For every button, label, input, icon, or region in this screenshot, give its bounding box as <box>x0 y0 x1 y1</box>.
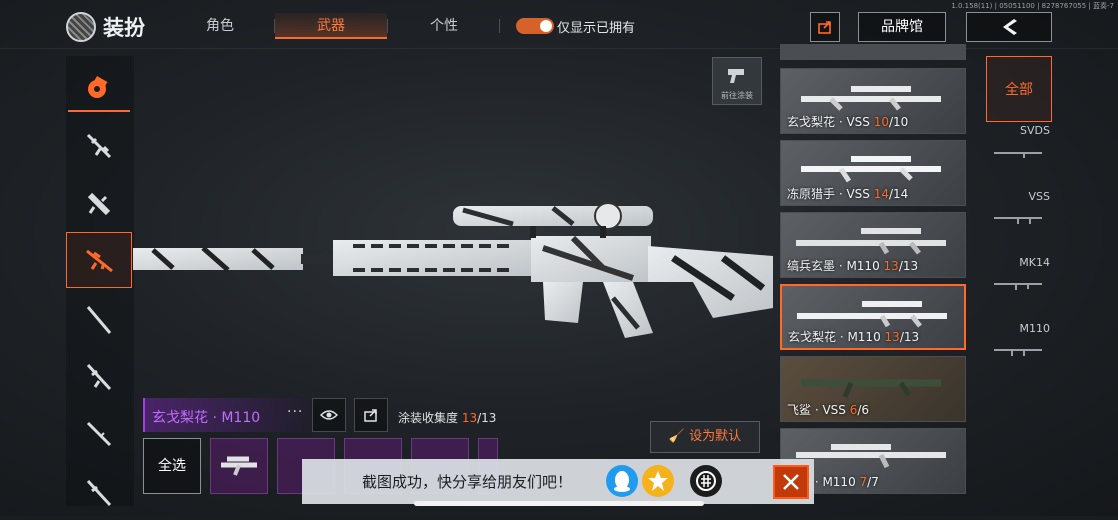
category-shotgun[interactable] <box>66 292 132 348</box>
skin-card-partial[interactable] <box>780 44 966 60</box>
toast-close-button[interactable] <box>773 465 809 499</box>
share-button[interactable] <box>810 12 840 42</box>
skin-card-list: 玄戈梨花 · VSS 10/10 冻原猎手 · VSS 14/14 缟兵玄墨 ·… <box>780 44 966 499</box>
sharecode-icon[interactable] <box>690 465 722 497</box>
skin-thumbnail <box>801 156 941 183</box>
type-filter-label: M110 <box>1019 322 1051 335</box>
category-assault-rifle[interactable] <box>66 348 132 404</box>
type-filter-vss[interactable]: VSS <box>986 190 1052 256</box>
skin-card[interactable]: 玄戈梨花 · VSS 10/10 <box>780 68 966 134</box>
set-default-button[interactable]: 🧹 设为默认 <box>650 421 760 453</box>
spray-gun-icon <box>728 69 744 83</box>
smg-icon <box>87 192 111 216</box>
skin-card-selected[interactable]: 玄戈梨花 · M110 13/13 <box>780 284 966 350</box>
close-icon <box>783 474 799 490</box>
share-icon <box>818 21 831 34</box>
go-to-paint-label: 前往涂装 <box>721 91 753 100</box>
eye-icon <box>320 410 338 420</box>
back-button[interactable] <box>966 12 1052 42</box>
qq-icon[interactable] <box>606 465 638 497</box>
weapon-type-filter: 全部 SVDS VSS MK14 M110 <box>986 56 1052 506</box>
skin-card-label: 玄戈梨花 · VSS 10/10 <box>787 115 909 129</box>
grenade-icon <box>88 76 108 98</box>
mk14-icon <box>994 283 1042 290</box>
assault-rifle-icon <box>86 363 112 391</box>
screenshot-toast: 截图成功，快分享给朋友们吧！ <box>302 459 814 504</box>
skin-thumbnail <box>801 86 941 111</box>
shotgun-icon <box>86 306 112 334</box>
type-filter-svds[interactable]: SVDS <box>986 124 1052 190</box>
owned-only-label: 仅显示已拥有 <box>557 21 636 36</box>
skin-card-label: 缟兵玄墨 · M110 13/13 <box>787 259 919 273</box>
rifle-icon <box>86 133 112 159</box>
sniper-icon <box>86 249 113 273</box>
tab-character[interactable]: 角色 <box>164 13 276 39</box>
category-dmr[interactable] <box>66 406 132 462</box>
preview-eye-button[interactable] <box>312 398 346 432</box>
owned-only-toggle[interactable] <box>516 18 554 34</box>
skin-card-label: 飞鲨 · VSS 6/6 <box>787 403 870 417</box>
type-filter-all[interactable]: 全部 <box>986 56 1052 122</box>
skin-card[interactable]: 飞鲨 · VSS 6/6 <box>780 356 966 422</box>
skin-card-label: 玄戈梨花 · M110 13/13 <box>788 330 920 344</box>
category-grenade[interactable] <box>66 58 132 114</box>
dmr-icon <box>86 421 112 447</box>
home-indicator[interactable] <box>414 501 704 506</box>
gun-part-thumbnail <box>221 456 257 476</box>
tab-divider <box>499 19 500 33</box>
collection-progress: 涂装收集度 13/13 <box>398 411 497 425</box>
broom-icon: 🧹 <box>668 429 686 444</box>
type-filter-m110[interactable]: M110 <box>986 322 1052 388</box>
tab-personality[interactable]: 个性 <box>388 13 500 39</box>
share-skin-button[interactable] <box>354 398 388 432</box>
skin-part-slot[interactable] <box>210 438 268 494</box>
m110-icon <box>994 349 1042 356</box>
select-all-button[interactable]: 全选 <box>143 438 201 494</box>
brand-hall-button[interactable]: 品牌馆 <box>858 12 946 42</box>
skin-thumbnail <box>801 379 941 398</box>
svds-icon <box>994 152 1042 158</box>
skin-card[interactable]: 冻原猎手 · VSS 14/14 <box>780 140 966 206</box>
tab-weapon[interactable]: 武器 <box>275 13 387 39</box>
skin-card-label: 冻原猎手 · VSS 14/14 <box>787 187 909 201</box>
go-to-paint-button[interactable]: 前往涂装 <box>712 57 762 105</box>
category-sidebar <box>66 56 134 507</box>
weapon-magazine <box>543 282 583 323</box>
lmg-icon <box>86 479 112 507</box>
globe-logo-icon <box>66 12 96 42</box>
share-icon <box>364 409 377 422</box>
skin-card[interactable]: 缟兵玄墨 · M110 13/13 <box>780 212 966 278</box>
skin-thumbnail <box>796 444 946 469</box>
weapon-barrel <box>301 254 335 264</box>
category-sniper[interactable] <box>66 232 132 288</box>
toggle-knob <box>540 20 552 32</box>
toast-message: 截图成功，快分享给朋友们吧！ <box>362 473 573 491</box>
more-options-button[interactable]: ··· <box>287 404 303 420</box>
chevron-left-icon <box>1003 19 1017 35</box>
category-lmg[interactable] <box>66 464 132 520</box>
skin-thumbnail <box>797 301 947 328</box>
weapon-preview[interactable] <box>133 198 773 348</box>
weapon-grip <box>603 282 653 338</box>
skin-thumbnail <box>796 228 946 255</box>
vss-icon <box>994 217 1042 224</box>
qzone-icon[interactable] <box>642 465 674 497</box>
selected-skin-panel: 玄戈梨花 · M110 <box>143 398 311 432</box>
category-smg[interactable] <box>66 176 132 232</box>
type-filter-mk14[interactable]: MK14 <box>986 256 1052 322</box>
page-title: 装扮 <box>103 16 145 40</box>
top-bar: 装扮 角色 武器 个性 仅显示已拥有 品牌馆 <box>0 0 1118 48</box>
set-default-label: 设为默认 <box>689 429 742 444</box>
selected-skin-name: 玄戈梨花 · M110 <box>152 410 261 426</box>
category-rifle[interactable] <box>66 118 132 174</box>
type-filter-label: VSS <box>1028 190 1051 203</box>
category-active-indicator <box>68 110 130 112</box>
type-filter-label: MK14 <box>1019 256 1050 269</box>
type-filter-label: SVDS <box>1020 124 1050 137</box>
